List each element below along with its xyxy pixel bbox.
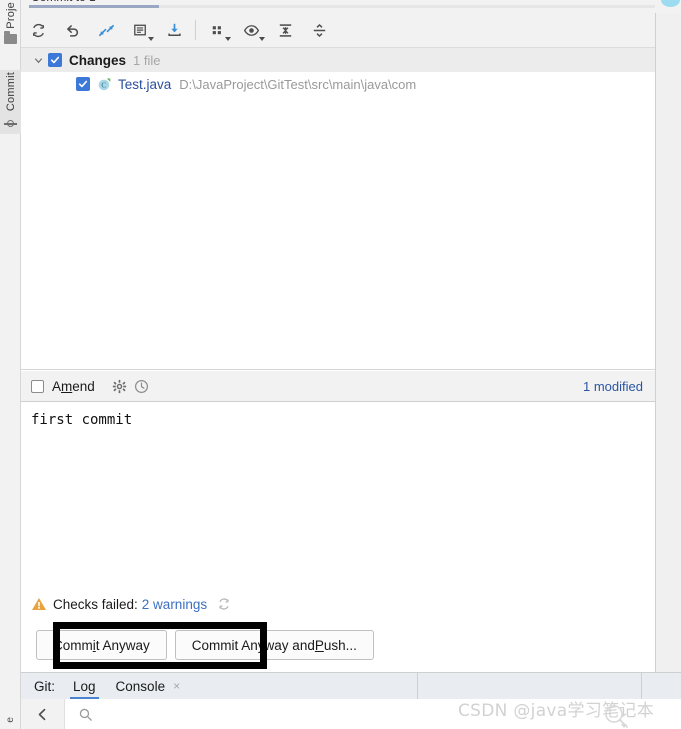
tab-strip-rest xyxy=(159,5,655,8)
group-by-button[interactable] xyxy=(200,13,234,47)
tab-console[interactable]: Console xyxy=(116,673,166,700)
sidebar-item-project[interactable]: Proje xyxy=(0,0,21,44)
warning-triangle-icon xyxy=(31,596,47,612)
clock-icon[interactable] xyxy=(131,375,153,397)
commit-message-value: first commit xyxy=(31,412,133,428)
amend-label: Amend xyxy=(52,378,95,394)
git-toolwindow-label: Git: xyxy=(34,678,56,694)
editor-gutter-panel: 1 2 3 4 5 6 7 8 9 10 11 12 13 xyxy=(655,0,681,672)
checks-status-row: Checks failed: 2 warnings xyxy=(21,588,655,620)
changes-group-label: Changes xyxy=(69,52,127,68)
rollback-button[interactable] xyxy=(55,13,89,47)
show-diff-button[interactable] xyxy=(89,13,123,47)
amend-bar: Amend 1 modified xyxy=(21,371,655,402)
commit-message-input[interactable]: first commit xyxy=(21,402,655,586)
chevron-down-icon xyxy=(259,37,265,41)
file-name: Test.java xyxy=(118,76,172,92)
preview-diff-button[interactable] xyxy=(234,13,268,47)
rerun-checks-icon[interactable] xyxy=(214,594,234,614)
toolbar-separator xyxy=(641,673,642,700)
chevron-down-icon xyxy=(148,37,154,41)
file-checkbox[interactable] xyxy=(76,77,90,91)
git-toolwindow-tabbar: Git: Log Console × xyxy=(21,672,681,700)
expand-all-icon xyxy=(279,23,291,37)
warnings-link[interactable]: 2 warnings xyxy=(142,597,207,612)
gear-icon[interactable] xyxy=(109,375,131,397)
svg-text:C: C xyxy=(101,80,106,89)
tab-log[interactable]: Log xyxy=(70,673,99,700)
chevron-left-icon xyxy=(38,708,46,720)
edit-source-button[interactable] xyxy=(123,13,157,47)
toolbar-separator xyxy=(195,20,196,40)
commit-anyway-button[interactable]: Comm i t Anyway xyxy=(36,630,167,660)
commit-panel: Commit to 1 xyxy=(21,0,655,672)
expand-all-button[interactable] xyxy=(268,13,302,47)
group-by-icon xyxy=(212,25,221,34)
commit-icon xyxy=(4,117,17,130)
commit-tab-strip: Commit to 1 xyxy=(21,0,655,13)
chevron-down-icon[interactable] xyxy=(30,52,46,68)
git-log-pane xyxy=(21,699,681,729)
eye-icon xyxy=(243,24,259,36)
table-row[interactable]: C Test.java D:\JavaProject\GitTest\src\m… xyxy=(21,72,655,96)
refresh-icon xyxy=(32,23,44,37)
changes-tree: Changes 1 file C Test.java D:\JavaProjec… xyxy=(21,48,655,370)
amend-checkbox[interactable] xyxy=(31,379,44,393)
search-icon xyxy=(79,708,92,721)
commit-actions: Comm i t Anyway Commit Anyway and Push... xyxy=(21,626,655,664)
left-strip-bottom-label: e xyxy=(5,717,16,723)
show-diff-icon xyxy=(98,24,114,36)
close-icon[interactable]: × xyxy=(173,679,180,693)
commit-anyway-and-push-button[interactable]: Commit Anyway and Push... xyxy=(174,630,374,660)
search-input[interactable] xyxy=(65,699,105,729)
collapse-all-icon xyxy=(313,23,325,37)
chevron-down-icon xyxy=(225,37,231,41)
app-window: Proje Commit e Commit to 1 xyxy=(0,0,681,729)
changes-group-count: 1 file xyxy=(133,52,161,68)
left-tool-strip: Proje Commit e xyxy=(0,0,21,729)
refresh-button[interactable] xyxy=(21,13,55,47)
changes-group-row[interactable]: Changes 1 file xyxy=(21,48,655,72)
file-path: D:\JavaProject\GitTest\src\main\java\com xyxy=(179,76,417,92)
sidebar-item-project-label: Proje xyxy=(4,2,17,29)
modified-count: 1 modified xyxy=(583,378,643,394)
update-project-icon xyxy=(167,23,181,36)
toolbar-separator xyxy=(417,673,418,700)
tab-commit-to[interactable]: Commit to 1 xyxy=(31,0,96,4)
changes-group-checkbox[interactable] xyxy=(48,53,62,67)
java-class-icon: C xyxy=(97,77,112,92)
checks-failed-label: Checks failed: xyxy=(53,596,138,612)
sidebar-item-commit[interactable]: Commit xyxy=(0,70,21,135)
collapse-all-button[interactable] xyxy=(302,13,336,47)
commit-toolbar xyxy=(21,13,655,48)
tab-active-underline xyxy=(29,5,159,8)
rollback-icon xyxy=(66,24,78,37)
folder-icon xyxy=(4,30,17,44)
back-button[interactable] xyxy=(21,699,65,729)
update-project-button[interactable] xyxy=(157,13,191,47)
edit-source-icon xyxy=(133,24,146,35)
sidebar-item-commit-label: Commit xyxy=(4,72,17,112)
